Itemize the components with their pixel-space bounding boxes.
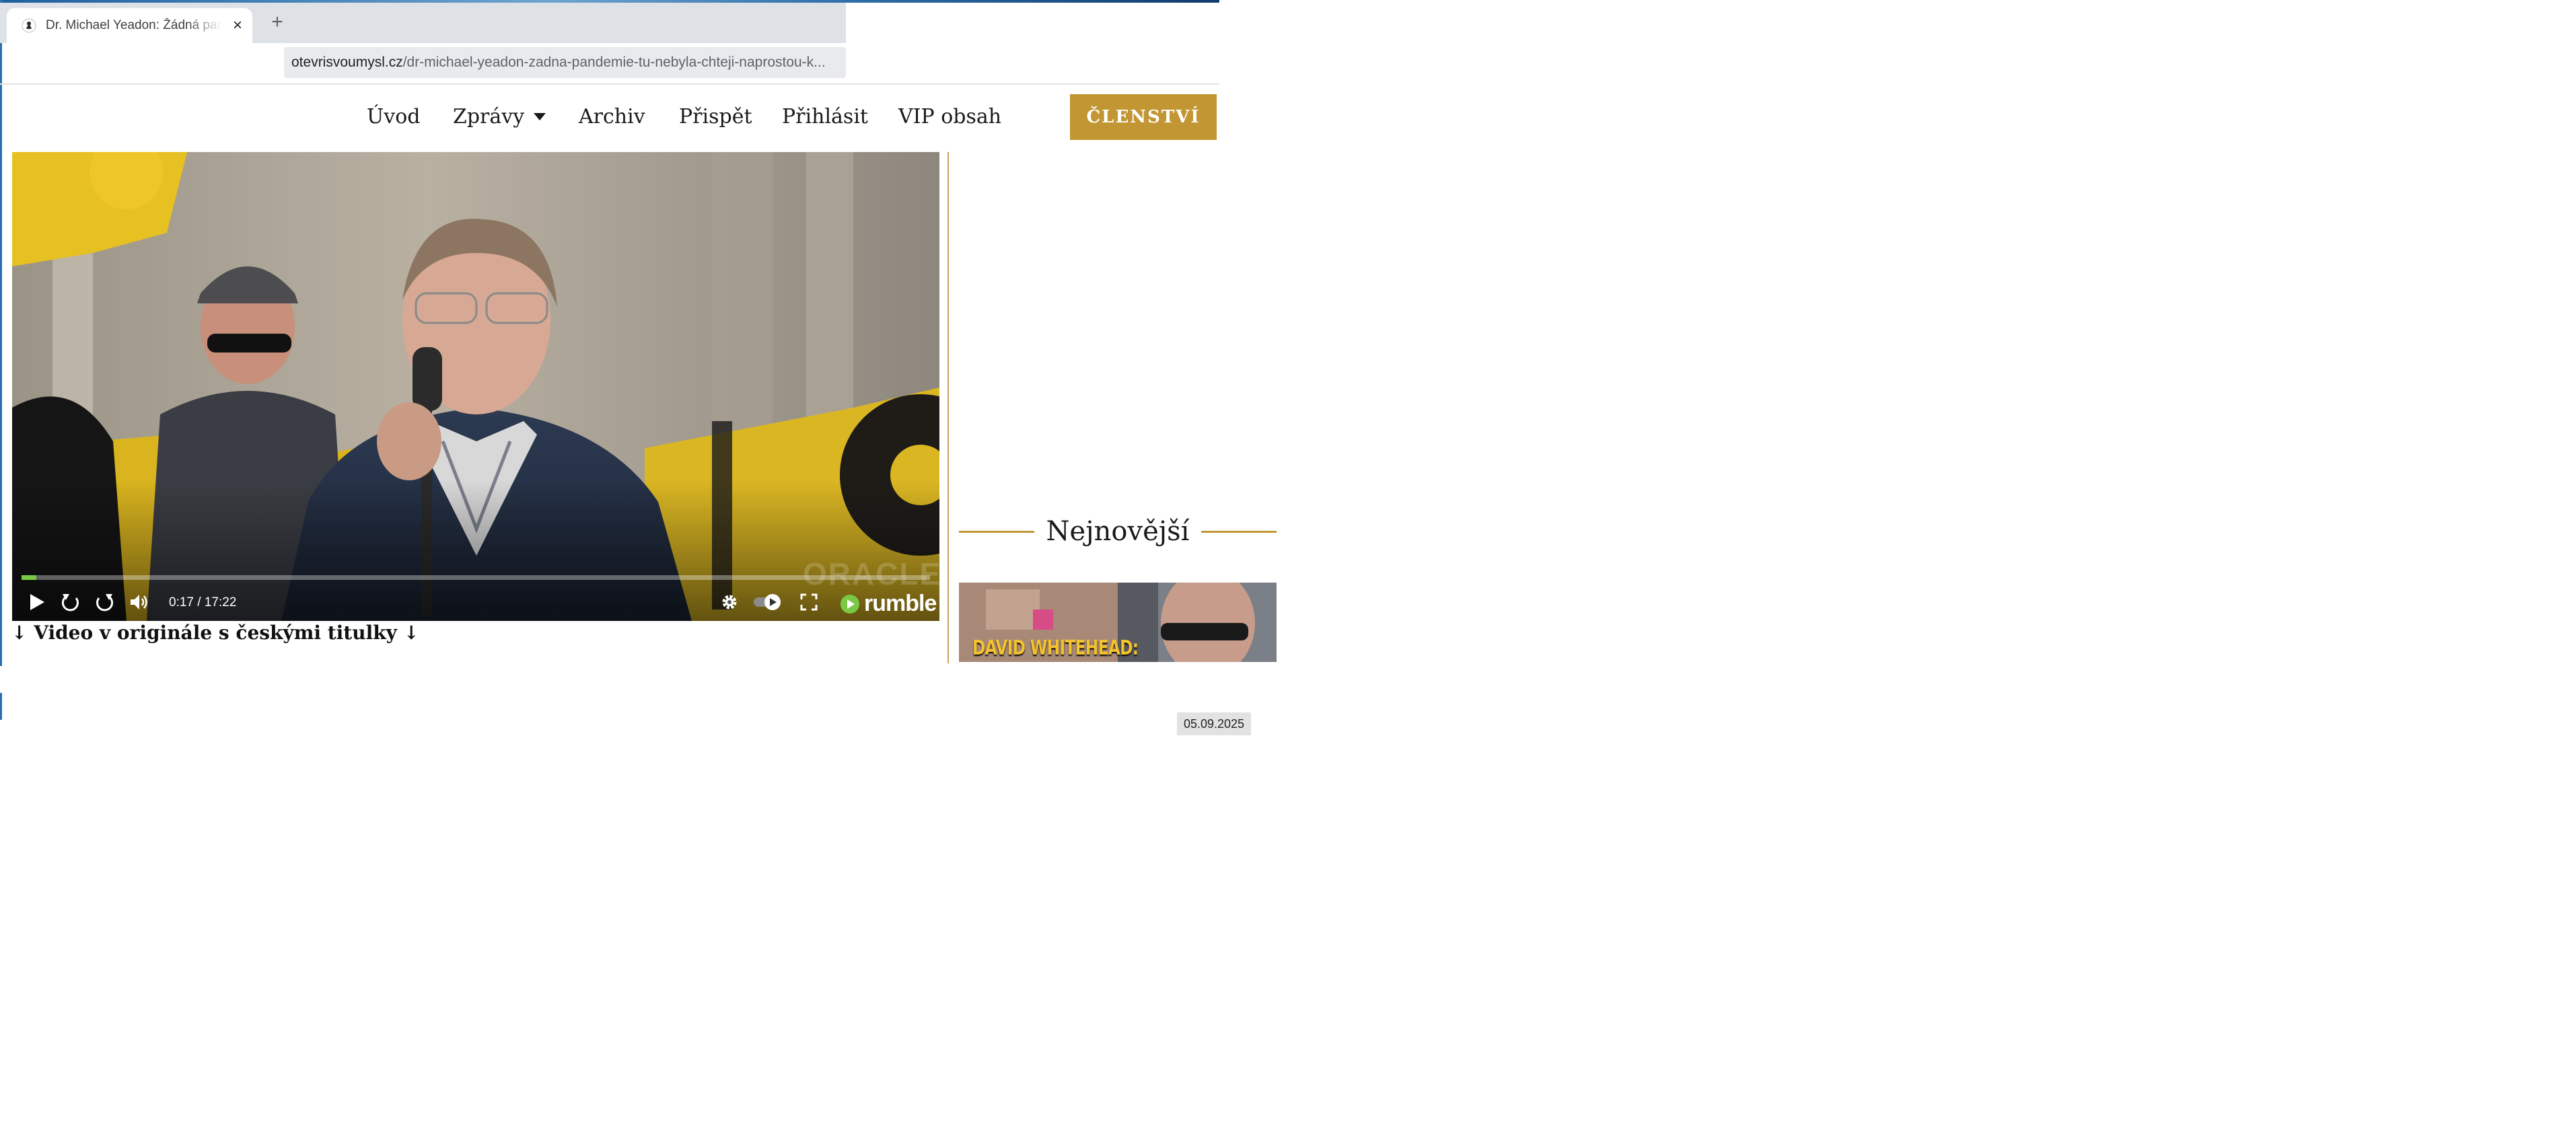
close-tab-icon[interactable]: × xyxy=(227,15,248,36)
forward-icon[interactable] xyxy=(93,590,117,614)
autoplay-toggle-icon[interactable] xyxy=(752,590,783,614)
video-caption: ↓ Video v originále s českými titulky ↓ xyxy=(11,622,420,644)
volume-icon[interactable] xyxy=(128,590,152,614)
latest-heading: Nejnovější xyxy=(959,513,1277,550)
site-favicon-icon xyxy=(22,18,36,33)
nav-item-prispet[interactable]: Přispět xyxy=(679,105,752,128)
rumble-brand[interactable]: rumble xyxy=(840,591,937,617)
heading-rule-right xyxy=(1201,530,1277,533)
video-frame-image xyxy=(12,152,939,621)
browser-tab[interactable]: Dr. Michael Yeadon: Žádná pandemie tu ne… xyxy=(7,8,252,43)
address-bar[interactable]: otevrisvoumysl.cz/dr-michael-yeadon-zadn… xyxy=(284,47,846,78)
fullscreen-icon[interactable] xyxy=(797,590,821,614)
heading-rule-left xyxy=(959,530,1034,533)
nav-item-label: Úvod xyxy=(367,105,421,128)
browser-tab-strip: Dr. Michael Yeadon: Žádná pandemie tu ne… xyxy=(0,3,846,43)
video-watermark: ORACLE xyxy=(803,556,939,591)
url-path: /dr-michael-yeadon-zadna-pandemie-tu-neb… xyxy=(402,54,826,70)
video-progress-fill xyxy=(22,575,36,580)
nav-item-label: Přihlásit xyxy=(782,105,868,128)
tab-title: Dr. Michael Yeadon: Žádná pandemie tu ne… xyxy=(46,18,222,32)
sidebar-divider xyxy=(947,152,949,663)
latest-heading-text: Nejnovější xyxy=(1046,516,1190,547)
rewind-icon[interactable] xyxy=(58,590,82,614)
nav-item-vip-obsah[interactable]: VIP obsah xyxy=(898,105,1001,128)
video-time: 0:17 / 17:22 xyxy=(169,595,237,610)
latest-article-thumbnail[interactable]: DAVID WHITEHEAD: xyxy=(959,583,1277,662)
brand-label: rumble xyxy=(864,591,937,616)
membership-button[interactable]: ČLENSTVÍ xyxy=(1070,94,1217,140)
nav-item-label: Zprávy xyxy=(453,105,525,128)
settings-icon[interactable] xyxy=(717,590,742,614)
nav-item-label: Přispět xyxy=(679,105,752,128)
nav-item-uvod[interactable]: Úvod xyxy=(367,105,421,128)
play-icon[interactable] xyxy=(24,590,48,614)
video-player[interactable]: ORACLE 0:17 / 17:22 rumble xyxy=(12,152,939,621)
site-navigation: Úvod Zprávy Archiv Přispět Přihlásit VIP… xyxy=(0,85,1231,152)
nav-item-archiv[interactable]: Archiv xyxy=(579,105,645,128)
nav-item-prihlasit[interactable]: Přihlásit xyxy=(782,105,868,128)
chevron-down-icon xyxy=(534,113,546,120)
rumble-logo-icon xyxy=(840,594,859,614)
video-progress-bar[interactable] xyxy=(22,575,930,580)
thumbnail-title: DAVID WHITEHEAD: xyxy=(972,636,1139,660)
url-text: otevrisvoumysl.cz/dr-michael-yeadon-zadn… xyxy=(291,54,843,71)
nav-item-label: VIP obsah xyxy=(898,105,1002,128)
new-tab-icon[interactable]: + xyxy=(267,11,287,33)
nav-item-zpravy[interactable]: Zprávy xyxy=(453,105,546,128)
window-left-edge-lower xyxy=(0,693,2,720)
date-badge: 05.09.2025 xyxy=(1177,712,1251,735)
nav-item-label: Archiv xyxy=(579,105,645,128)
url-host: otevrisvoumysl.cz xyxy=(291,54,403,70)
